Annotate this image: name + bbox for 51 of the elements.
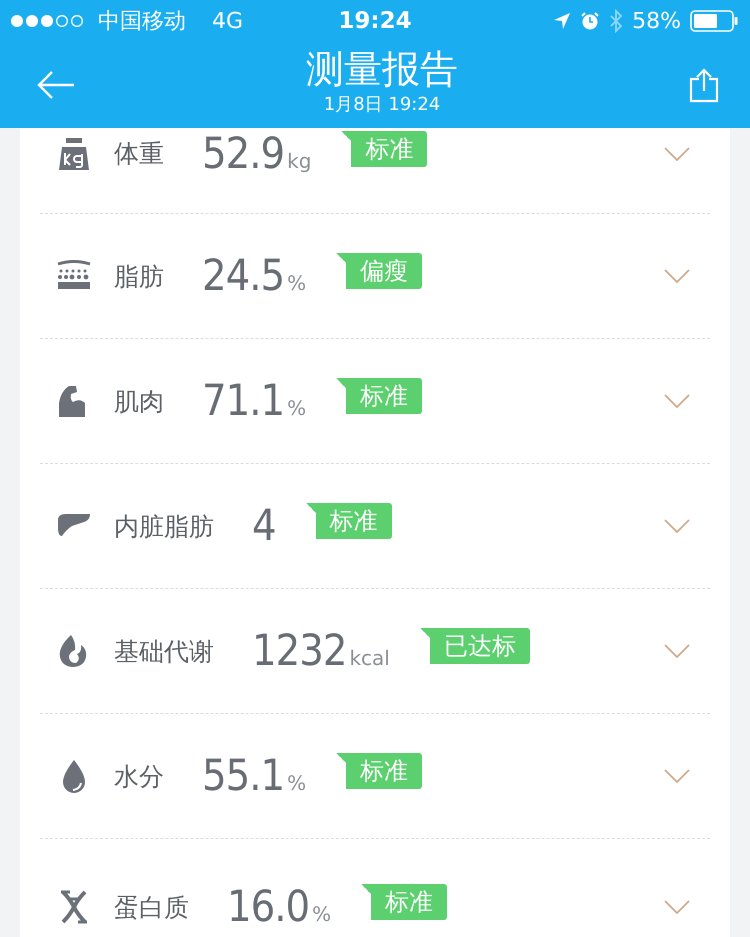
expand-button[interactable]	[664, 519, 690, 533]
expand-button[interactable]	[664, 394, 690, 408]
metric-value: 4	[252, 501, 276, 551]
battery-percent: 58%	[632, 8, 681, 34]
metric-name: 内脏脂肪	[114, 510, 214, 542]
alarm-clock-icon	[580, 11, 600, 31]
report-date: 1月8日 19:24	[324, 93, 440, 117]
back-button[interactable]	[36, 70, 76, 100]
metric-value: 55.1%	[202, 751, 306, 801]
metric-value: 16.0%	[227, 882, 332, 932]
metric-value: 1232 kcal	[252, 626, 390, 676]
chevron-down-icon	[664, 146, 690, 160]
metric-name: 基础代谢	[114, 636, 214, 668]
location-arrow-icon	[553, 12, 572, 30]
status-tag: 标准	[341, 130, 428, 166]
chevron-down-icon	[664, 519, 690, 533]
bluetooth-icon	[609, 9, 624, 33]
chevron-down-icon	[664, 769, 690, 783]
status-tag: 标准	[306, 503, 392, 539]
metric-value: 24.5%	[202, 251, 306, 301]
metric-name: 肌肉	[114, 386, 164, 418]
page-title: 测量报告	[306, 46, 458, 93]
expand-button[interactable]	[664, 644, 690, 658]
carrier-name: 中国移动	[98, 8, 186, 36]
expand-button[interactable]	[664, 769, 690, 783]
expand-button[interactable]	[664, 146, 690, 160]
battery-icon	[690, 10, 738, 32]
metric-value: 71.1%	[202, 376, 306, 426]
signal-icon	[10, 14, 86, 28]
metric-value: 52.9 kg	[202, 128, 312, 178]
metric-name: 体重	[114, 138, 164, 170]
chevron-down-icon	[664, 394, 690, 408]
status-tag: 标准	[361, 884, 448, 920]
metric-name: 蛋白质	[114, 892, 189, 924]
network-type: 4G	[212, 8, 244, 34]
expand-button[interactable]	[664, 900, 690, 914]
chevron-down-icon	[664, 644, 690, 658]
metric-name: 脂肪	[114, 260, 164, 292]
clock: 19:24	[338, 8, 412, 34]
status-tag: 标准	[336, 378, 422, 414]
status-tag: 标准	[336, 753, 422, 789]
metric-name: 水分	[114, 760, 164, 792]
status-tag: 已达标	[420, 628, 530, 664]
share-button[interactable]	[688, 67, 720, 103]
share-icon	[688, 67, 720, 103]
status-tag: 偏瘦	[336, 253, 422, 289]
chevron-down-icon	[664, 269, 690, 283]
expand-button[interactable]	[664, 269, 690, 283]
weight-scale-icon	[56, 136, 92, 172]
back-arrow-icon	[36, 70, 76, 100]
chevron-down-icon	[664, 900, 690, 914]
